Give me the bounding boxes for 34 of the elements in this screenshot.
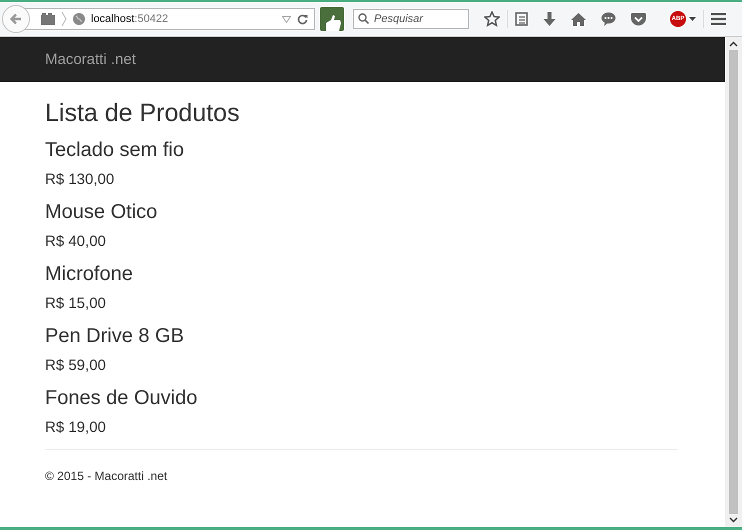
product-price: R$ 130,00	[45, 171, 116, 188]
download-icon[interactable]	[543, 12, 556, 26]
search-field[interactable]: Pesquisar	[353, 9, 469, 29]
reading-list-icon[interactable]	[515, 12, 528, 26]
product-name: Fones de Ouvido	[45, 387, 198, 410]
product-price: R$ 15,00	[45, 295, 107, 312]
footer-text: © 2015 - Macoratti .net	[45, 469, 168, 483]
pocket-icon[interactable]	[631, 12, 646, 26]
page-title: Lista de Produtos	[45, 99, 241, 128]
hand-pointer-icon[interactable]	[320, 7, 344, 31]
product-price: R$ 59,00	[45, 357, 107, 374]
product-name: Teclado sem fio	[45, 139, 185, 162]
scroll-up-icon[interactable]	[729, 41, 738, 47]
back-arrow-icon	[9, 12, 23, 26]
search-icon	[358, 13, 369, 24]
product-price: R$ 19,00	[45, 419, 107, 436]
tab-list-icon[interactable]	[41, 13, 55, 25]
brand-link[interactable]: Macoratti .net	[45, 51, 136, 68]
menu-icon[interactable]	[711, 13, 726, 25]
back-button[interactable]	[2, 5, 30, 33]
product-name: Pen Drive 8 GB	[45, 325, 185, 348]
home-icon[interactable]	[571, 12, 586, 26]
scroll-down-icon[interactable]	[729, 517, 738, 523]
product-price: R$ 40,00	[45, 233, 107, 250]
product-name: Mouse Otico	[45, 201, 158, 224]
product-name: Microfone	[45, 263, 134, 286]
bookmark-star-icon[interactable]	[484, 11, 500, 27]
globe-icon	[73, 13, 85, 25]
caret-icon	[689, 17, 696, 21]
chevron-icon	[61, 11, 67, 27]
reload-icon[interactable]	[297, 14, 308, 24]
chat-bubble-icon[interactable]	[601, 12, 616, 26]
url-text: localhost:50422	[91, 13, 168, 25]
scrollbar[interactable]	[725, 37, 742, 527]
